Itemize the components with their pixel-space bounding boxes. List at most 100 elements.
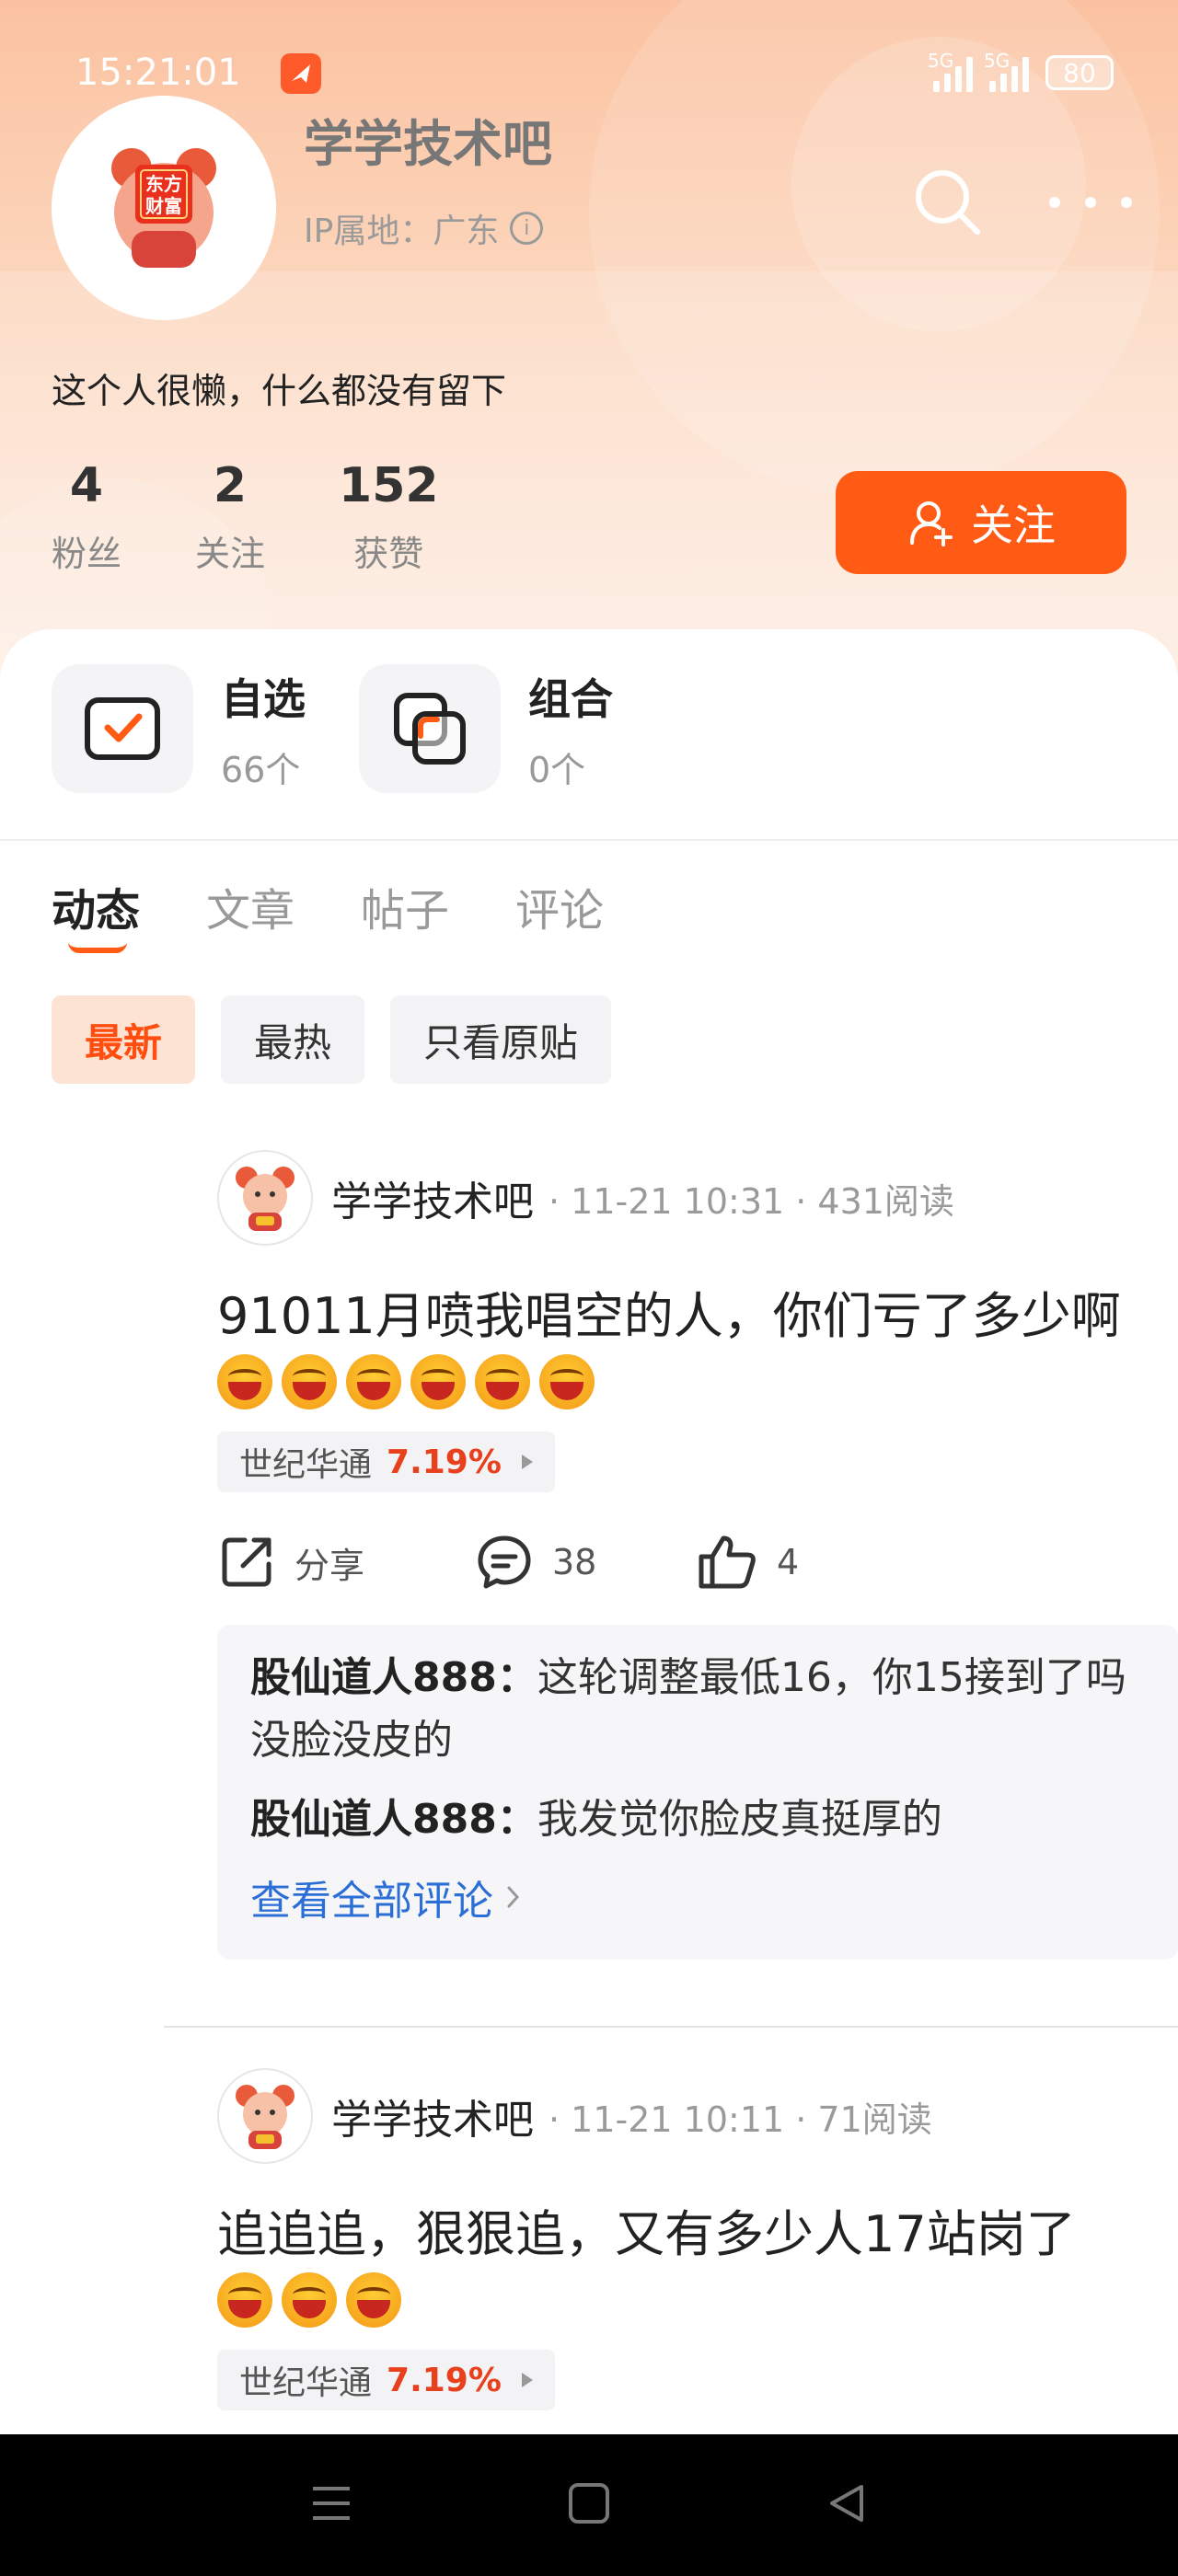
shortcut-portfolio[interactable]: 组合 0个 xyxy=(359,664,613,793)
comment-button[interactable]: 38 xyxy=(475,1533,696,1592)
more-options-button[interactable] xyxy=(1049,182,1132,223)
post-author-name[interactable]: 学学技术吧 xyxy=(331,2087,534,2145)
see-all-comments-link[interactable]: 查看全部评论 xyxy=(250,1868,1145,1926)
post-meta: · 11-21 10:31 · 431阅读 xyxy=(549,1180,954,1222)
emoji-row xyxy=(217,1354,1178,1409)
cell-signal-icon: 5G xyxy=(984,50,1029,92)
post-meta: · 11-21 10:11 · 71阅读 xyxy=(549,2099,932,2140)
tab-dynamics[interactable]: 动态 xyxy=(52,874,141,953)
stat-likes[interactable]: 152 获赞 xyxy=(339,458,439,576)
follow-button[interactable]: 关注 xyxy=(836,471,1126,574)
search-button[interactable] xyxy=(911,166,985,239)
post-text[interactable]: 91011月喷我唱空的人，你们亏了多少啊 xyxy=(217,1282,1178,1351)
mascot-avatar-icon xyxy=(236,2085,294,2149)
profile-stats: 4 粉丝 2 关注 152 获赞 xyxy=(52,458,513,576)
stat-fans[interactable]: 4 粉丝 xyxy=(52,458,121,576)
share-icon xyxy=(222,1537,271,1587)
shortcut-count: 66个 xyxy=(221,749,301,790)
back-button[interactable] xyxy=(825,2481,869,2529)
like-count: 4 xyxy=(777,1542,800,1582)
menu-icon xyxy=(313,2487,350,2520)
thumbs-up-icon xyxy=(699,1535,756,1589)
comment-text-continuation: 没脸没皮的 xyxy=(250,1717,453,1764)
filter-chips: 最新 最热 只看原贴 xyxy=(52,995,612,1084)
share-label: 分享 xyxy=(294,1545,365,1586)
stat-label: 获赞 xyxy=(353,534,424,575)
search-icon xyxy=(916,170,980,235)
stat-following[interactable]: 2 关注 xyxy=(195,459,266,576)
stat-value: 152 xyxy=(339,458,439,513)
active-tab-indicator xyxy=(68,942,127,953)
tab-articles[interactable]: 文章 xyxy=(206,874,294,938)
post-author-avatar[interactable] xyxy=(217,1150,313,1246)
tab-label: 评论 xyxy=(515,885,605,937)
see-all-label: 查看全部评论 xyxy=(250,1878,493,1925)
filter-hottest[interactable]: 最热 xyxy=(221,995,365,1084)
comment-preview[interactable]: 股仙道人888：这轮调整最低16，你15接到了吗 没脸没皮的 xyxy=(250,1647,1145,1772)
laughing-emoji-icon xyxy=(539,1354,595,1409)
stat-label: 关注 xyxy=(195,534,266,575)
profile-name: 学学技术吧 xyxy=(304,115,552,173)
stock-tag[interactable]: 世纪华通 7.19% xyxy=(217,2350,555,2410)
shortcut-watchlist[interactable]: 自选 66个 xyxy=(52,664,306,793)
menu-button[interactable] xyxy=(309,2483,353,2527)
mascot-avatar-icon xyxy=(236,1167,294,1231)
comment-text: 这轮调整最低16，你15接到了吗 xyxy=(537,1654,1126,1701)
shortcut-icon-box xyxy=(359,664,501,793)
stock-tag[interactable]: 世纪华通 7.19% xyxy=(217,1432,555,1492)
network-type-label: 5G xyxy=(928,50,954,72)
comment-bubble-icon xyxy=(478,1535,531,1589)
comment-text: 我发觉你脸皮真挺厚的 xyxy=(537,1796,942,1843)
shortcut-count: 0个 xyxy=(528,749,586,790)
stock-change: 7.19% xyxy=(387,1443,502,1481)
stock-change: 7.19% xyxy=(387,2361,502,2399)
post-divider xyxy=(164,2026,1178,2028)
stock-name: 世纪华通 xyxy=(239,2364,373,2402)
comment-preview[interactable]: 股仙道人888：我发觉你脸皮真挺厚的 xyxy=(250,1788,1145,1851)
content-tabs: 动态 文章 帖子 评论 xyxy=(52,874,670,953)
battery-icon: 80 xyxy=(1045,55,1114,90)
filter-latest[interactable]: 最新 xyxy=(52,995,196,1084)
share-button[interactable]: 分享 xyxy=(217,1533,475,1592)
mascot-avatar-icon: 东方 财富 xyxy=(111,148,216,268)
chevron-right-icon xyxy=(507,1886,520,1908)
tab-posts[interactable]: 帖子 xyxy=(361,874,449,938)
dot-icon xyxy=(1049,197,1060,208)
stock-name: 世纪华通 xyxy=(239,1446,373,1484)
ip-location-text: IP属地：广东 xyxy=(304,213,500,250)
laughing-emoji-icon xyxy=(410,1354,466,1409)
tab-label: 帖子 xyxy=(361,885,450,937)
profile-bio: 这个人很懒，什么都没有留下 xyxy=(52,371,507,411)
profile-avatar[interactable]: 东方 财富 xyxy=(52,96,276,320)
post-actions: 分享 38 4 xyxy=(217,1533,1178,1592)
svg-text:财富: 财富 xyxy=(145,195,182,217)
comment-user[interactable]: 股仙道人888： xyxy=(250,1796,537,1843)
laughing-emoji-icon xyxy=(217,1354,272,1409)
section-divider xyxy=(0,839,1178,841)
laughing-emoji-icon xyxy=(217,2272,272,2328)
like-button[interactable]: 4 xyxy=(696,1533,799,1592)
shortcut-title: 组合 xyxy=(528,673,613,724)
post-text[interactable]: 追追追，狠狠追，又有多少人17站岗了 xyxy=(217,2201,1178,2269)
play-arrow-icon xyxy=(521,2373,533,2387)
ip-location: IP属地：广东 i xyxy=(304,204,544,252)
home-button[interactable] xyxy=(567,2481,611,2529)
post-author-avatar[interactable] xyxy=(217,2068,313,2164)
add-user-icon xyxy=(910,501,953,546)
info-icon[interactable]: i xyxy=(510,212,544,245)
tab-comments[interactable]: 评论 xyxy=(515,874,604,938)
feed-post[interactable]: 学学技术吧 · 11-21 10:31 · 431阅读 91011月喷我唱空的人… xyxy=(217,1150,1178,1960)
laughing-emoji-icon xyxy=(282,2272,337,2328)
network-type-label: 5G xyxy=(984,50,1011,72)
tab-label: 动态 xyxy=(52,885,141,937)
post-author-name[interactable]: 学学技术吧 xyxy=(331,1168,534,1227)
stat-value: 4 xyxy=(69,458,104,513)
comment-count: 38 xyxy=(552,1542,597,1582)
filter-original-only[interactable]: 只看原贴 xyxy=(390,995,612,1084)
comment-user[interactable]: 股仙道人888： xyxy=(250,1654,537,1701)
laughing-emoji-icon xyxy=(475,1354,530,1409)
comment-preview-box[interactable]: 股仙道人888：这轮调整最低16，你15接到了吗 没脸没皮的 股仙道人888：我… xyxy=(217,1625,1178,1960)
feed-post[interactable]: 学学技术吧 · 11-21 10:11 · 71阅读 追追追，狠狠追，又有多少人… xyxy=(217,2068,1178,2410)
status-indicators: 5G 5G 80 xyxy=(928,50,1114,92)
home-square-icon xyxy=(569,2483,609,2524)
